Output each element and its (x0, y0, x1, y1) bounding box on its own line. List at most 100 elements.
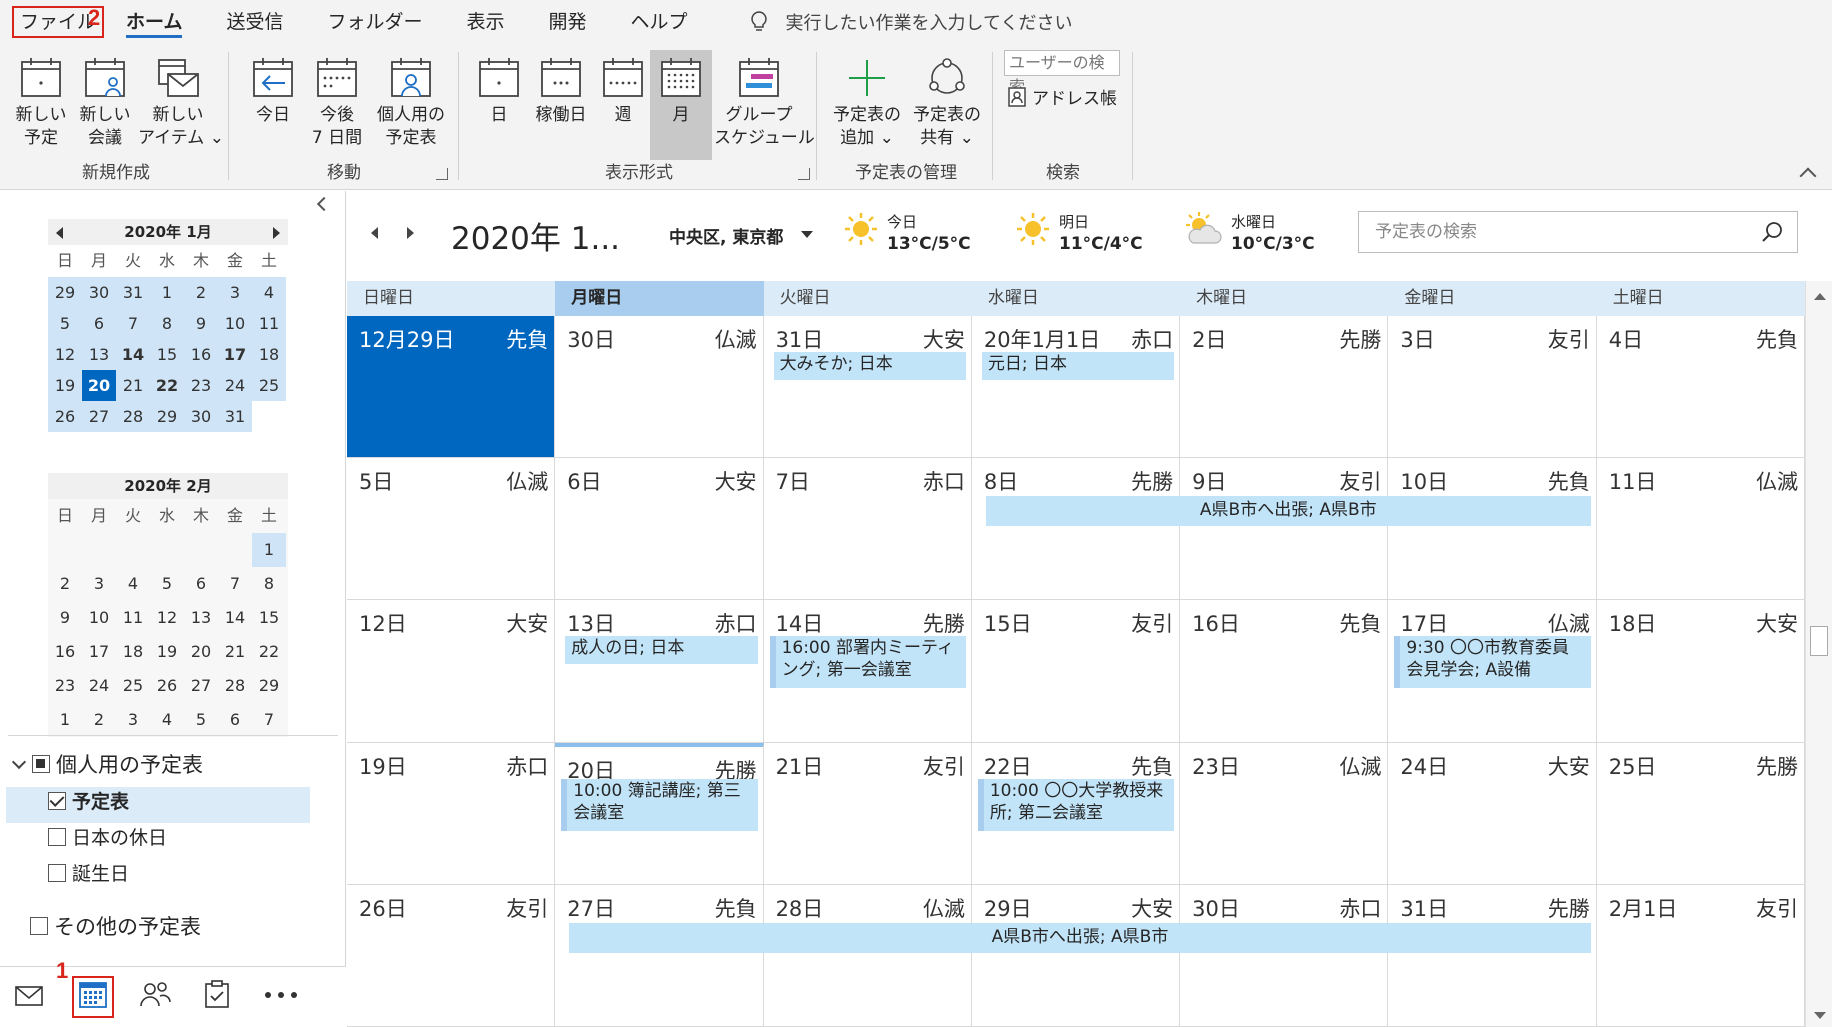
mini-calendar-day[interactable]: 26 (48, 401, 82, 432)
day-cell[interactable]: 23日 仏滅 (1180, 742, 1389, 885)
mini-calendar-day[interactable]: 28 (116, 401, 150, 432)
tree-birthdays[interactable]: 誕生日 (48, 859, 129, 886)
tell-me-box[interactable]: 実行したい作業を入力してください (750, 9, 1072, 35)
menu-view[interactable]: 表示 (444, 0, 526, 44)
scroll-down-icon[interactable] (1814, 1012, 1826, 1019)
day-cell[interactable]: 8日 先勝 (971, 458, 1181, 601)
next-month-icon[interactable] (273, 227, 280, 239)
mini-calendar-day[interactable]: 6 (184, 567, 218, 601)
day-cell[interactable]: 30日 赤口 (1180, 884, 1389, 1027)
day-cell[interactable]: 6日 大安 (555, 458, 764, 601)
day-cell[interactable]: 5日 仏滅 (347, 458, 556, 601)
mini-calendar-day[interactable]: 6 (218, 703, 252, 737)
mini-calendar-day[interactable]: 8 (150, 308, 184, 339)
mini-calendar-day[interactable]: 3 (82, 567, 116, 601)
day-cell[interactable]: 24日 大安 (1388, 742, 1597, 885)
tree-other-calendars[interactable]: その他の予定表 (30, 911, 201, 941)
mini-calendar-day[interactable]: 7 (116, 308, 150, 339)
day-cell[interactable]: 21日 友引 (763, 742, 972, 885)
mini-calendar-day[interactable]: 4 (252, 277, 286, 308)
mini-calendar-day[interactable]: 27 (82, 401, 116, 432)
new-items-button[interactable]: 新しい アイテム ⌄ (138, 52, 224, 150)
people-icon[interactable] (138, 979, 172, 1009)
mini-calendar-day[interactable]: 4 (150, 703, 184, 737)
calendar-event[interactable]: 元日; 日本 (977, 352, 1175, 380)
mini-calendar-day[interactable]: 5 (184, 703, 218, 737)
day-cell[interactable]: 12月29日 先負 (347, 316, 556, 459)
mini-calendar-day[interactable]: 29 (252, 669, 286, 703)
view-group-launcher[interactable] (798, 168, 810, 180)
mini-calendar-day[interactable]: 11 (116, 601, 150, 635)
collapse-ribbon-icon[interactable] (1799, 167, 1817, 185)
mini-calendar-day[interactable]: 23 (184, 370, 218, 401)
mini-calendar-day[interactable]: 28 (218, 669, 252, 703)
share-calendar-button[interactable]: 予定表の 共有 ⌄ (908, 52, 986, 150)
day-cell[interactable]: 18日 大安 (1596, 600, 1805, 743)
today-button[interactable]: 今日 (242, 52, 304, 127)
mini-calendar-day[interactable]: 14 (218, 601, 252, 635)
mini-calendar-day[interactable]: 17 (82, 635, 116, 669)
mini-calendar-day[interactable]: 4 (116, 567, 150, 601)
day-cell[interactable]: 3日 友引 (1388, 316, 1597, 459)
mini-calendar-day[interactable]: 25 (116, 669, 150, 703)
day-cell[interactable]: 9日 友引 (1180, 458, 1389, 601)
mini-calendar-day[interactable]: 10 (218, 308, 252, 339)
mini-calendar-day[interactable]: 3 (218, 277, 252, 308)
menu-help[interactable]: ヘルプ (609, 0, 710, 44)
day-cell[interactable]: 2月1日 友引 (1596, 884, 1805, 1027)
mini-calendar-day[interactable]: 8 (252, 567, 286, 601)
mini-calendar-day[interactable]: 13 (82, 339, 116, 370)
expand-chevron-icon[interactable] (11, 754, 27, 770)
group-schedule-button[interactable]: グループ スケジュール (714, 52, 815, 150)
mini-calendar-day[interactable]: 15 (150, 339, 184, 370)
location-dropdown-icon[interactable] (801, 231, 813, 238)
other-calendars-checkbox[interactable] (30, 917, 48, 935)
tree-calendar[interactable]: 予定表 (48, 787, 129, 814)
day-view-button[interactable]: 日 (468, 52, 530, 127)
mini-calendar-day[interactable]: 22 (150, 370, 184, 401)
calendar-event[interactable]: 大みそか; 日本 (769, 352, 966, 380)
mini-calendar-day[interactable]: 30 (82, 277, 116, 308)
mini-calendar-day[interactable]: 23 (48, 669, 82, 703)
mini-calendar-day[interactable]: 25 (252, 370, 286, 401)
mini-calendar-day[interactable]: 3 (116, 703, 150, 737)
mini-calendar-day[interactable]: 19 (150, 635, 184, 669)
day-cell[interactable]: 4日 先負 (1596, 316, 1805, 459)
mini-calendar-day[interactable]: 5 (150, 567, 184, 601)
mini-calendar-day[interactable]: 1 (150, 277, 184, 308)
mini-calendar-day[interactable]: 24 (82, 669, 116, 703)
calendar-event[interactable]: 10:00 簿記講座; 第三会議室 (561, 778, 758, 831)
mini-calendar-day[interactable]: 7 (218, 567, 252, 601)
more-icon[interactable] (264, 991, 298, 999)
mini-calendar-day[interactable]: 17 (218, 339, 252, 370)
menu-developer[interactable]: 開発 (527, 0, 609, 44)
calendar-event[interactable]: 10:00 〇〇大学教授来所; 第二会議室 (977, 778, 1175, 831)
week-view-button[interactable]: 週 (592, 52, 654, 127)
day-cell[interactable]: 27日 先負 (555, 884, 764, 1027)
mail-icon[interactable] (14, 983, 44, 1009)
add-calendar-button[interactable]: 予定表の 追加 ⌄ (828, 52, 906, 150)
mini-calendar-day[interactable]: 6 (82, 308, 116, 339)
mini-calendar-day[interactable]: 10 (82, 601, 116, 635)
mini-calendar-day[interactable]: 21 (116, 370, 150, 401)
day-cell[interactable]: 7日 赤口 (763, 458, 972, 601)
address-book-button[interactable]: アドレス帳 (1008, 84, 1117, 109)
tree-my-calendars[interactable]: 個人用の予定表 (11, 749, 203, 779)
mini-calendar-day[interactable]: 19 (48, 370, 82, 401)
prev-month-icon[interactable] (56, 227, 63, 239)
day-cell[interactable]: 30日 仏滅 (555, 316, 764, 459)
day-cell[interactable]: 2日 先勝 (1180, 316, 1389, 459)
mini-calendar-day[interactable]: 18 (252, 339, 286, 370)
new-appointment-button[interactable]: 新しい 予定 (10, 52, 72, 150)
collapse-pane-icon[interactable] (316, 196, 332, 212)
work-week-view-button[interactable]: 稼働日 (530, 52, 592, 127)
mini-calendar-day[interactable]: 2 (82, 703, 116, 737)
mini-calendar-day[interactable]: 24 (218, 370, 252, 401)
next-7-days-button[interactable]: 今後 7 日間 (306, 52, 368, 150)
calendar-event[interactable]: 16:00 部署内ミーティング; 第一会議室 (769, 636, 966, 689)
mini-calendar-day[interactable]: 1 (252, 533, 286, 567)
scroll-up-icon[interactable] (1814, 293, 1826, 300)
calendar-event[interactable]: A県B市へ出張; A県B市 (561, 922, 1591, 953)
japan-holidays-checkbox[interactable] (48, 827, 66, 846)
mini-calendar-day[interactable]: 21 (218, 635, 252, 669)
